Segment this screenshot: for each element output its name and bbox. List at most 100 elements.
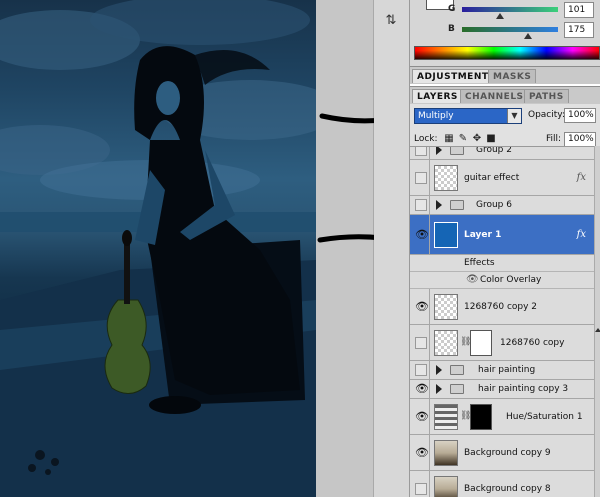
tab-masks[interactable]: MASKS — [488, 69, 537, 83]
slider-track[interactable] — [462, 27, 558, 32]
layer-name: Group 2 — [476, 146, 512, 155]
layer-name: hair painting copy 3 — [478, 384, 569, 394]
eye-icon[interactable]: 👁 — [466, 274, 479, 286]
lock-move-icon[interactable]: ✥ — [472, 134, 482, 144]
expand-triangle-icon[interactable] — [436, 200, 442, 210]
layer-row-hue-saturation-1[interactable]: 👁 ⛓ Hue/Saturation 1 — [410, 399, 594, 435]
layers-scrollbar[interactable] — [594, 146, 600, 497]
eye-icon[interactable]: 👁 — [415, 228, 429, 241]
layer-name: Background copy 8 — [464, 483, 551, 494]
visibility-empty[interactable] — [415, 364, 427, 376]
layer-name: 1268760 copy 2 — [464, 301, 538, 312]
visibility-toggle[interactable]: 👁 — [412, 435, 430, 470]
channel-slider-g[interactable]: G 101 — [448, 2, 598, 20]
opacity-label: Opacity: — [528, 110, 565, 120]
layer-name: Group 6 — [476, 200, 512, 210]
visibility-toggle[interactable] — [412, 147, 430, 159]
fill-label: Fill: — [546, 134, 562, 144]
expand-triangle-icon[interactable] — [436, 365, 442, 375]
visibility-toggle[interactable] — [412, 471, 430, 497]
hue-saturation-icon — [434, 403, 458, 430]
folder-icon — [450, 384, 464, 394]
expand-triangle-icon[interactable] — [436, 384, 442, 394]
slider-knob[interactable] — [524, 33, 533, 39]
layer-name: Background copy 9 — [464, 447, 551, 458]
slider-knob[interactable] — [496, 13, 505, 19]
layer-row-group-2[interactable]: Group 2 — [410, 146, 594, 160]
lock-brush-icon[interactable]: ✎ — [458, 134, 468, 144]
layer-thumbnail — [434, 475, 458, 497]
layer-row-layer-1[interactable]: 👁 Layer 1 fx — [410, 215, 594, 255]
eye-icon[interactable]: 👁 — [415, 300, 429, 313]
layer-mask-thumbnail[interactable] — [470, 329, 492, 356]
visibility-toggle[interactable]: 👁 — [412, 380, 430, 398]
layer-row-hair-painting[interactable]: hair painting — [410, 361, 594, 380]
folder-icon — [450, 365, 464, 375]
channel-value-field[interactable]: 175 — [564, 22, 594, 38]
layer-effect-effects[interactable]: Effects — [410, 255, 594, 272]
folder-icon — [450, 200, 464, 210]
channel-value-field[interactable]: 101 — [564, 2, 594, 18]
color-spectrum[interactable] — [414, 46, 600, 60]
canvas-photo — [0, 0, 316, 497]
adjustments-tab-row: ADJUSTMENTS MASKS — [410, 66, 600, 84]
visibility-toggle[interactable]: 👁 — [412, 289, 430, 324]
visibility-empty[interactable] — [415, 199, 427, 211]
eye-icon[interactable]: 👁 — [415, 410, 429, 423]
lock-transparent-icon[interactable]: ▦ — [444, 134, 454, 144]
blend-mode-select[interactable]: Multiply ▼ — [414, 108, 522, 124]
layer-row-group-6[interactable]: Group 6 — [410, 196, 594, 215]
photo-artwork — [0, 0, 316, 497]
eye-icon[interactable]: 👁 — [415, 383, 429, 395]
layers-tab-row: LAYERS CHANNELS PATHS — [410, 86, 600, 104]
layer-name: 1268760 copy — [500, 337, 565, 348]
tab-paths[interactable]: PATHS — [524, 89, 569, 103]
lock-label: Lock: — [414, 134, 438, 144]
layer-row-background-copy-9[interactable]: 👁 Background copy 9 — [410, 435, 594, 471]
channel-slider-b[interactable]: B 175 — [448, 22, 598, 40]
visibility-toggle[interactable] — [412, 325, 430, 360]
layer-effect-color-overlay[interactable]: 👁 Color Overlay — [410, 272, 594, 289]
expand-triangle-icon[interactable] — [436, 147, 442, 155]
visibility-toggle[interactable]: 👁 — [412, 399, 430, 434]
tab-layers[interactable]: LAYERS — [412, 89, 463, 103]
tab-channels[interactable]: CHANNELS — [460, 89, 529, 103]
layer-thumbnail — [434, 221, 458, 248]
layer-name: guitar effect — [464, 172, 520, 183]
visibility-toggle[interactable] — [412, 160, 430, 195]
layer-name: Layer 1 — [464, 229, 502, 240]
visibility-toggle[interactable]: 👁 — [412, 215, 430, 254]
layers-panel: Multiply ▼ Opacity: 100% Lock: ▦ ✎ ✥ ■ F… — [410, 104, 600, 497]
swap-colors-icon[interactable]: ⇅ — [382, 12, 400, 30]
chevron-down-icon[interactable]: ▼ — [507, 109, 521, 123]
visibility-empty[interactable] — [415, 171, 427, 184]
scroll-up-icon[interactable] — [595, 328, 600, 332]
layer-list: Group 2 guitar effect fx Group 6 👁 Layer 1 fx E… — [410, 146, 594, 497]
layer-name: Hue/Saturation 1 — [506, 411, 583, 422]
fx-icon[interactable]: fx — [577, 172, 586, 183]
visibility-empty[interactable] — [415, 147, 427, 156]
layer-row-background-copy-8[interactable]: Background copy 8 — [410, 471, 594, 497]
visibility-empty[interactable] — [415, 336, 427, 349]
slider-track[interactable] — [462, 7, 558, 12]
layer-row-hair-painting-copy-3[interactable]: 👁 hair painting copy 3 — [410, 380, 594, 399]
effects-label: Effects — [464, 258, 495, 268]
visibility-toggle[interactable] — [412, 361, 430, 379]
eye-icon[interactable]: 👁 — [415, 446, 429, 459]
layer-row-1268760-copy[interactable]: ⛓ 1268760 copy — [410, 325, 594, 361]
channel-label: G — [448, 4, 456, 14]
fx-icon[interactable]: fx — [577, 229, 586, 240]
lock-all-icon[interactable]: ■ — [486, 134, 496, 144]
layer-row-guitar-effect[interactable]: guitar effect fx — [410, 160, 594, 196]
visibility-toggle[interactable] — [412, 196, 430, 214]
visibility-empty[interactable] — [415, 482, 427, 495]
layer-mask-thumbnail[interactable] — [470, 403, 492, 430]
layer-thumbnail — [434, 293, 458, 320]
layer-thumbnail — [434, 329, 458, 356]
folder-icon — [450, 147, 464, 155]
channel-label: B — [448, 24, 455, 34]
layer-row-1268760-copy-2[interactable]: 👁 1268760 copy 2 — [410, 289, 594, 325]
fill-field[interactable]: 100% — [564, 132, 596, 147]
opacity-field[interactable]: 100% — [564, 108, 596, 123]
tool-column: ⇅ — [374, 0, 410, 497]
